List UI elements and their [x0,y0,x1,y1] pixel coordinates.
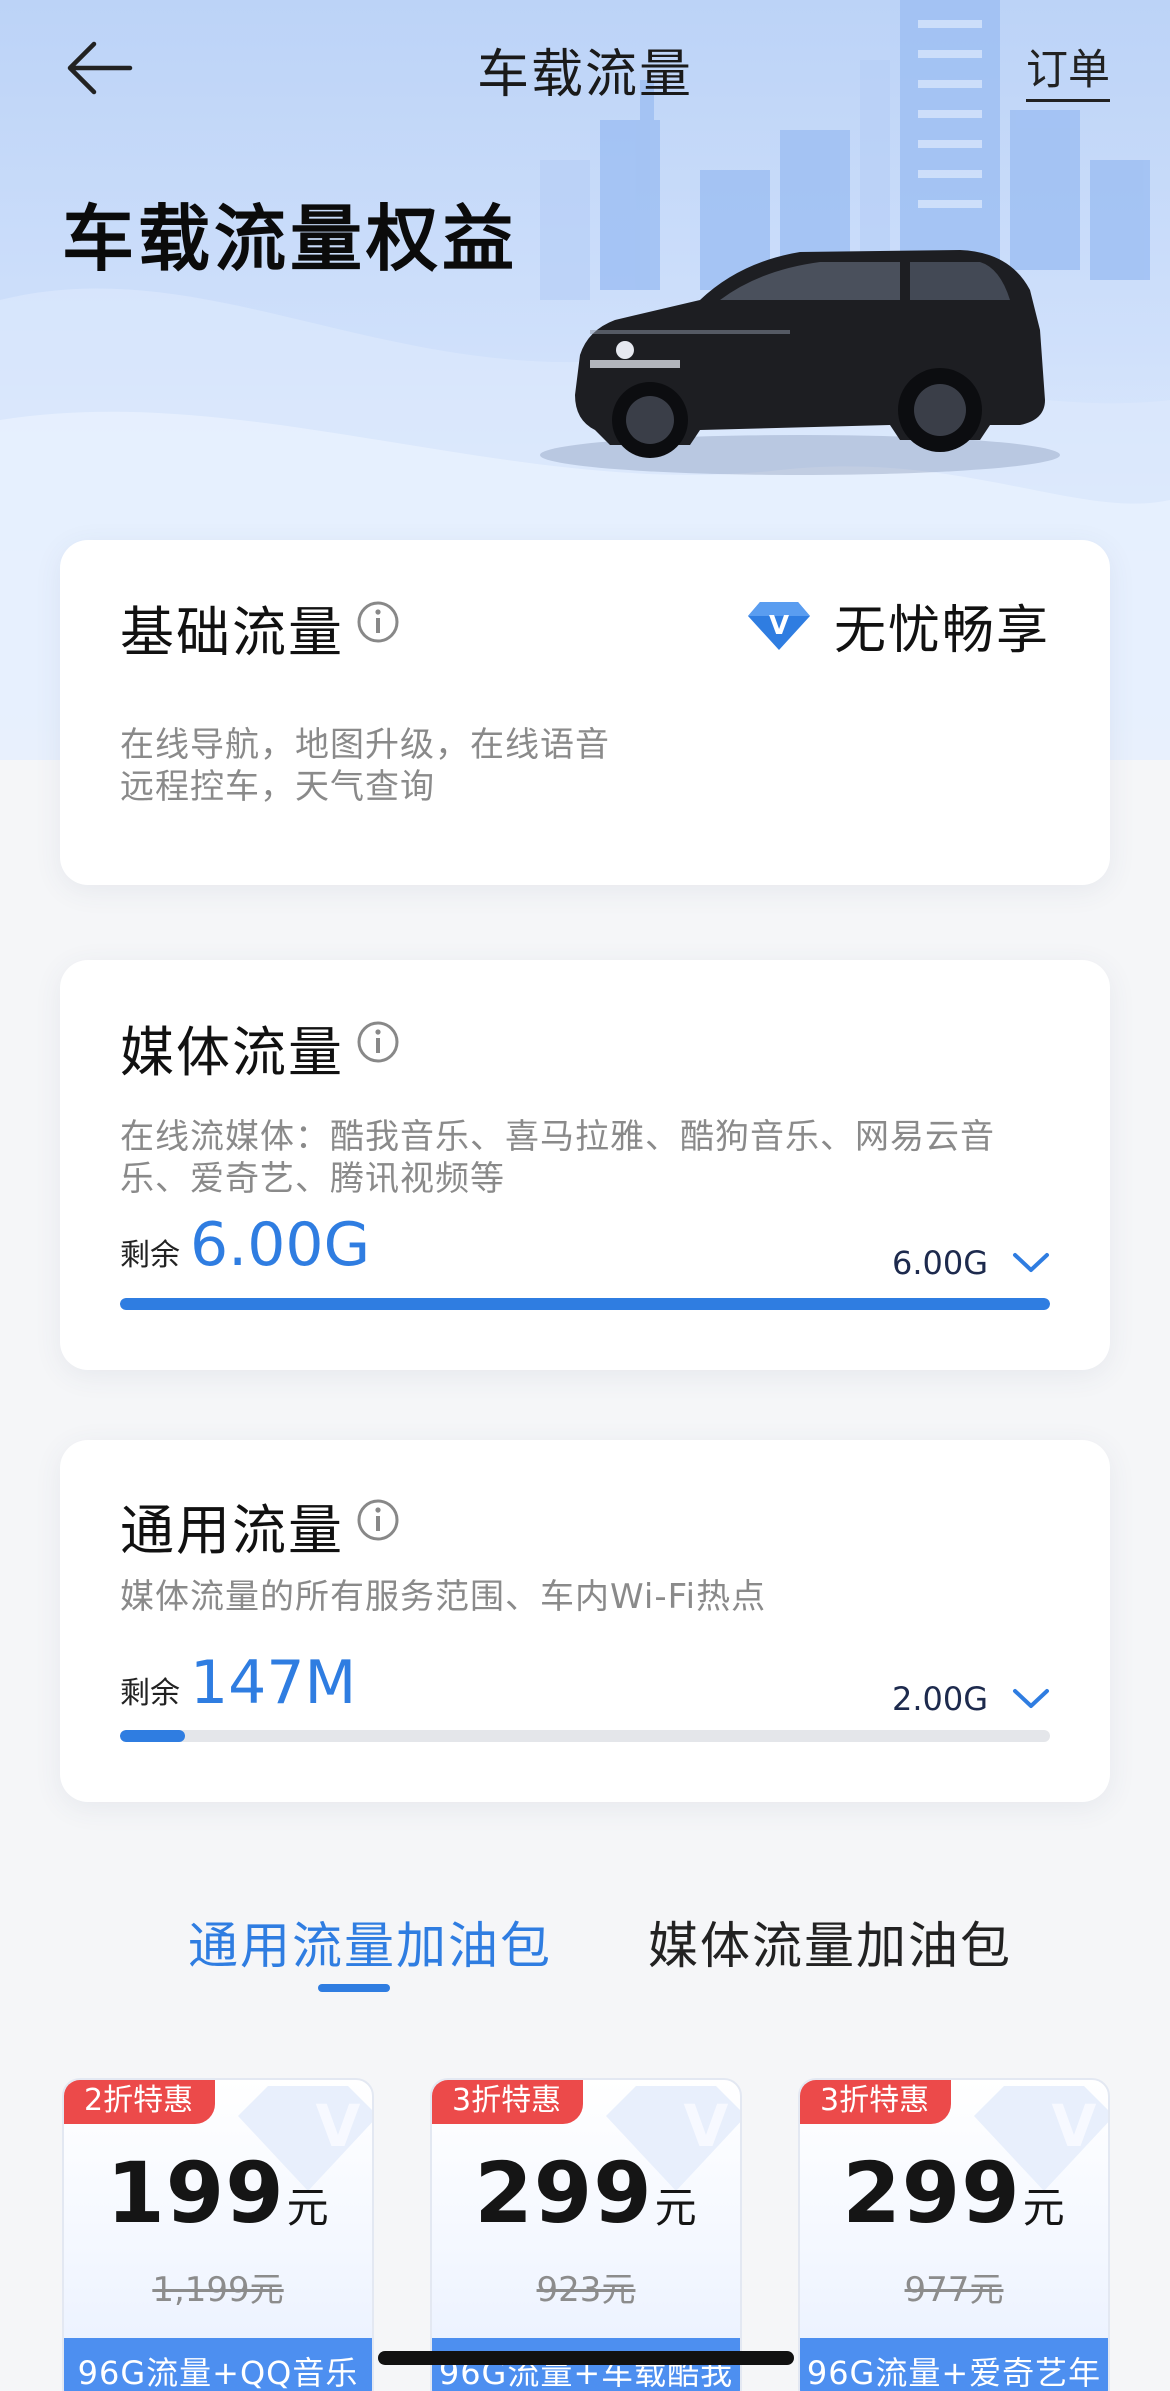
price-unit: 元 [286,2183,330,2232]
chevron-down-icon [1013,1253,1049,1272]
general-usage-fill [120,1730,186,1742]
description-line: 在线流媒体：酷我音乐、喜马拉雅、酷狗音乐、网易云音 [120,1117,995,1157]
package-card[interactable]: V 3折特惠 299元 977元 96G流量+爱奇艺年 [798,2078,1110,2391]
media-traffic-card: 媒体流量 在线流媒体：酷我音乐、喜马拉雅、酷狗音乐、网易云音 乐、爱奇艺、腾讯视… [60,960,1110,1370]
media-usage-fill [120,1298,1050,1310]
general-remaining: 剩余 147M [120,1648,356,1718]
remaining-value: 6.00G [190,1210,371,1280]
original-price: 977元 [904,2270,1004,2310]
description-line: 在线导航，地图升级，在线语音 [120,725,610,765]
discount-tag: 3折特惠 [800,2080,952,2124]
general-usage-bar [120,1730,1050,1742]
diamond-v-icon: V [747,601,810,650]
tab-media-topup[interactable]: 媒体流量加油包 [648,1906,1012,1978]
media-traffic-description: 在线流媒体：酷我音乐、喜马拉雅、酷狗音乐、网易云音 乐、爱奇艺、腾讯视频等 [120,1116,1060,1200]
general-total-toggle[interactable]: 2.00G [892,1680,1050,1718]
home-indicator [378,2351,794,2365]
package-price: 199元 [64,2144,372,2242]
chevron-down-icon [1013,1689,1049,1708]
hero-title: 车载流量权益 [62,197,519,281]
tab-general-topup[interactable]: 通用流量加油包 [188,1906,552,1978]
package-card[interactable]: V 2折特惠 199元 1,199元 96G流量+QQ音乐 [62,2078,374,2391]
original-price: 923元 [536,2270,636,2310]
package-name: 96G流量+爱奇艺年 [800,2338,1108,2391]
media-total-toggle[interactable]: 6.00G [892,1244,1050,1282]
unlimited-badge: V 无忧畅享 [746,588,1050,663]
price-value: 299 [842,2144,1021,2242]
tab-active-indicator [318,1984,390,1992]
price-unit: 元 [1022,2183,1066,2232]
price-value: 299 [474,2144,653,2242]
description-line: 乐、爱奇艺、腾讯视频等 [120,1159,505,1199]
package-name: 96G流量+QQ音乐 [64,2338,372,2391]
total-value: 2.00G [891,1680,988,1718]
orders-link[interactable]: 订单 [1025,36,1110,102]
badge-text: 无忧畅享 [833,601,1050,661]
page-title: 车载流量 [476,45,693,105]
info-circle-icon[interactable] [356,600,400,644]
price-unit: 元 [654,2183,698,2232]
original-price: 1,199元 [152,2270,284,2310]
badge-letter: V [769,611,789,641]
basic-traffic-card: 基础流量 V 无忧畅享 在线导航，地图升级，在线语音 远程控车，天气查询 [60,540,1110,885]
info-circle-icon[interactable] [356,1020,400,1064]
media-remaining: 剩余 6.00G [120,1210,370,1280]
discount-tag: 2折特惠 [64,2080,216,2124]
package-price: 299元 [800,2144,1108,2242]
general-traffic-title: 通用流量 [120,1499,344,1562]
media-traffic-title: 媒体流量 [120,1021,344,1084]
remaining-value: 147M [190,1648,357,1718]
price-value: 199 [106,2144,285,2242]
nav-bar: 车载流量 订单 [0,20,1170,116]
total-value: 6.00G [891,1244,988,1282]
remaining-label: 剩余 [120,1238,180,1273]
package-card[interactable]: V 3折特惠 299元 923元 96G流量+车载酷我 [430,2078,742,2391]
basic-traffic-title: 基础流量 [120,601,344,664]
remaining-label: 剩余 [120,1676,180,1711]
media-usage-bar [120,1298,1050,1310]
info-circle-icon[interactable] [356,1498,400,1542]
package-price: 299元 [432,2144,740,2242]
general-traffic-description: 媒体流量的所有服务范围、车内Wi-Fi热点 [120,1577,767,1617]
discount-tag: 3折特惠 [432,2080,584,2124]
basic-traffic-description: 在线导航，地图升级，在线语音 远程控车，天气查询 [120,724,1060,808]
description-line: 远程控车，天气查询 [120,767,435,807]
general-traffic-card: 通用流量 媒体流量的所有服务范围、车内Wi-Fi热点 剩余 147M 2.00G [60,1440,1110,1802]
